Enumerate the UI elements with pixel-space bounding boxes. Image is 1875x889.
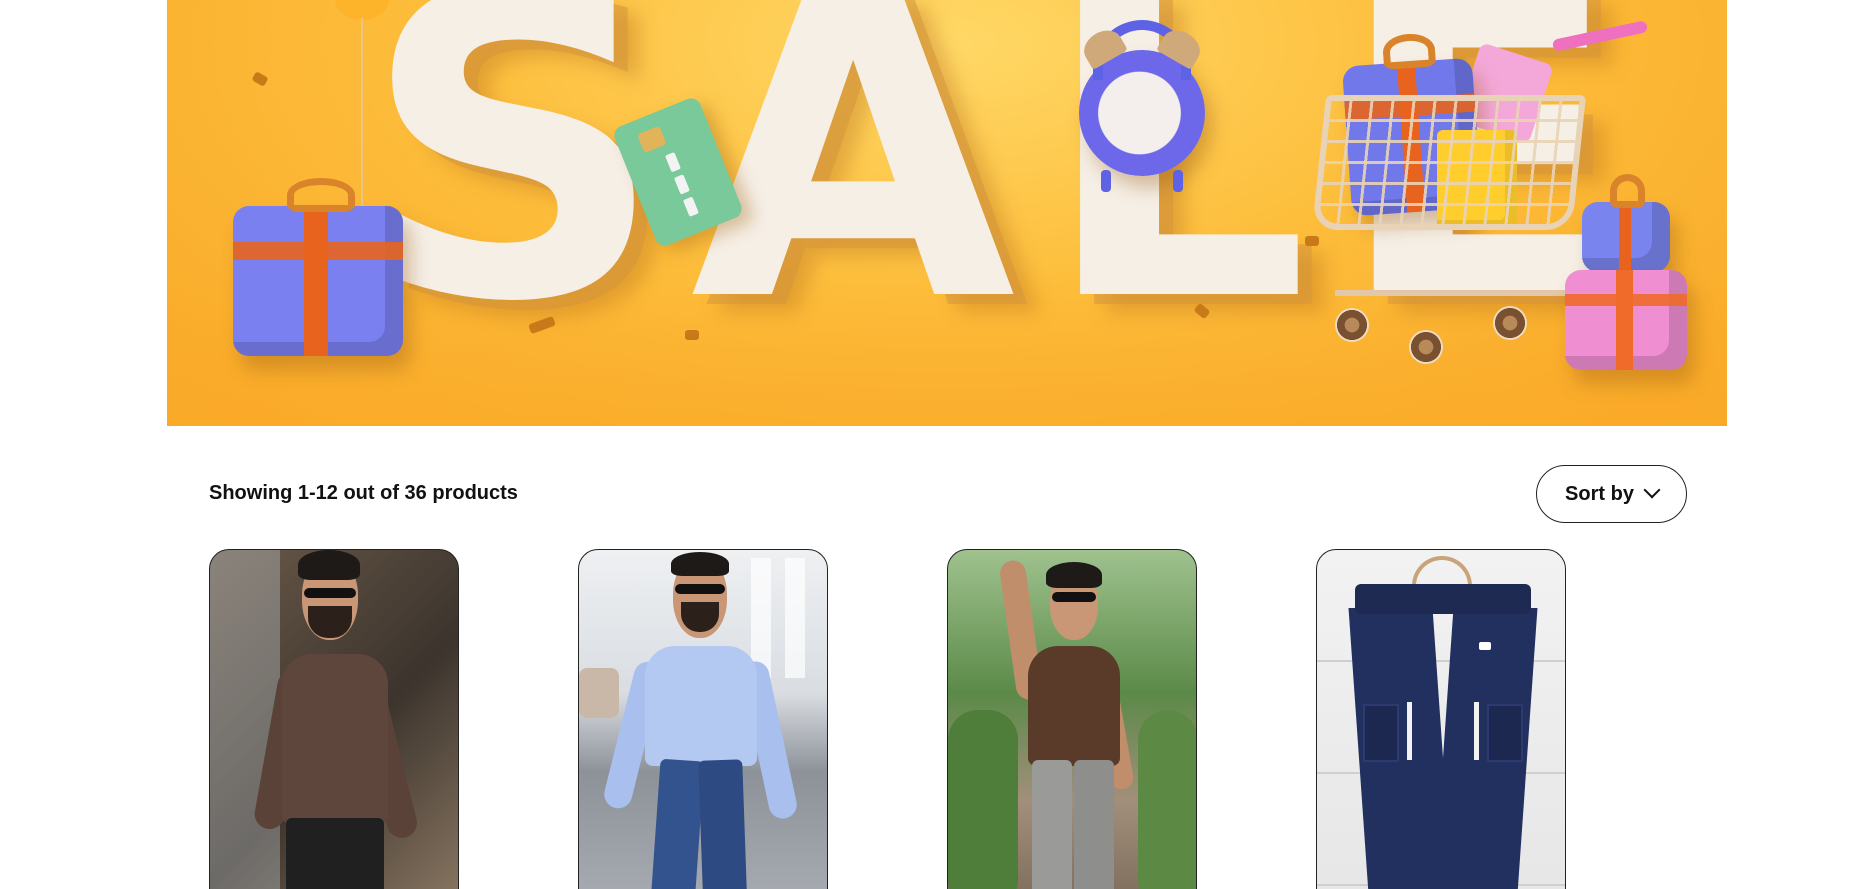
- alarm-clock-icon: [1078, 20, 1206, 192]
- confetti: [1305, 236, 1319, 246]
- product-image[interactable]: [579, 550, 827, 889]
- cart-wheel: [1409, 330, 1443, 364]
- cart-base: [1335, 290, 1575, 296]
- product-card[interactable]: [947, 549, 1197, 889]
- sort-by-button[interactable]: Sort by: [1536, 465, 1687, 523]
- product-image[interactable]: [1317, 550, 1565, 889]
- gift-box-icon: [233, 178, 403, 356]
- product-card[interactable]: [578, 549, 828, 889]
- cart-wheel: [1493, 306, 1527, 340]
- gift-box-icon: [1565, 270, 1687, 370]
- product-image[interactable]: [948, 550, 1196, 889]
- cart-wheel: [1335, 308, 1369, 342]
- confetti: [251, 71, 269, 87]
- sale-banner[interactable]: SALE: [167, 0, 1727, 426]
- product-image[interactable]: [210, 550, 458, 889]
- shopping-cart-icon: [1311, 95, 1587, 230]
- sort-by-label: Sort by: [1565, 482, 1634, 505]
- results-count: Showing 1-12 out of 36 products: [209, 482, 518, 504]
- chevron-down-icon: [1643, 481, 1661, 499]
- product-card[interactable]: [209, 549, 459, 889]
- page: SALE Showing 1-12 out of 36 products Sor…: [0, 0, 1875, 889]
- product-card[interactable]: [1316, 549, 1566, 889]
- gift-box-icon: [1582, 174, 1670, 272]
- confetti: [685, 330, 699, 340]
